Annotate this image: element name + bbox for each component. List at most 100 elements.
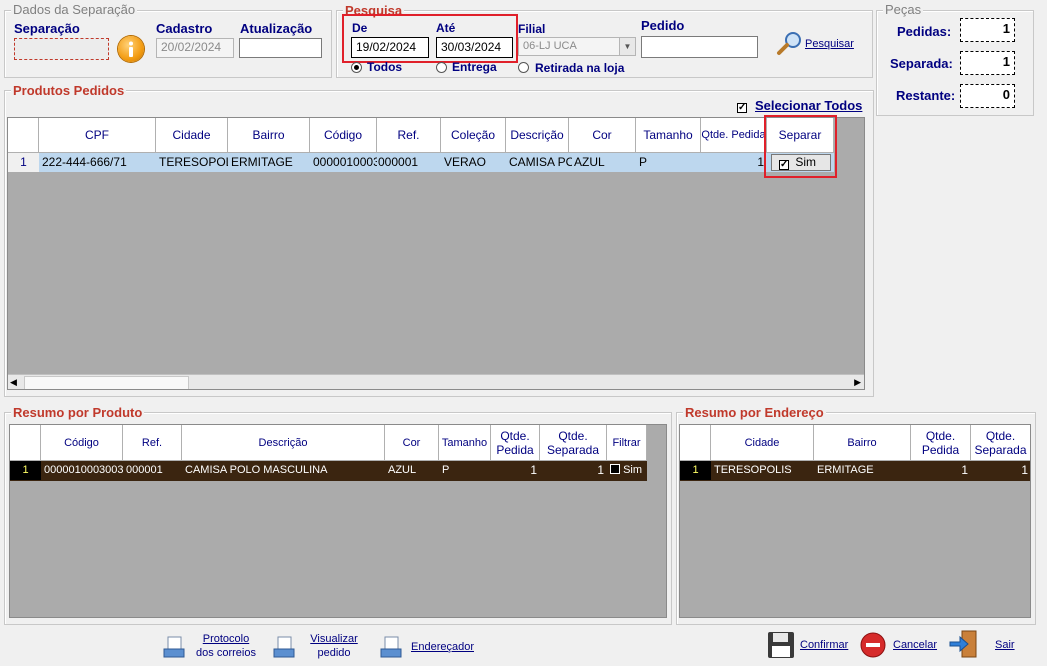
confirmar-label: Confirmar: [800, 639, 849, 651]
col-tamanho[interactable]: Tamanho: [439, 425, 491, 461]
cell-bairro: ERMITAGE: [817, 464, 874, 476]
cell-separada: 1: [1021, 463, 1028, 477]
pesquisar-button[interactable]: Pesquisar: [776, 30, 856, 56]
col-bairro[interactable]: Bairro: [814, 425, 911, 461]
cell-descricao: CAMISA POLO MASCULINA: [509, 155, 572, 169]
col-qtde-pedida[interactable]: Qtde. Pedida: [911, 425, 971, 461]
cancel-icon: [860, 632, 886, 658]
cell-pedida: 1: [530, 463, 537, 477]
col-bairro[interactable]: Bairro: [228, 118, 310, 153]
cell-codigo: 0000010003003: [44, 464, 123, 476]
row-number: 1: [10, 461, 41, 480]
selecionar-todos-label[interactable]: Selecionar Todos: [755, 98, 862, 113]
enderecador-label: Endereçador: [411, 641, 474, 653]
col-colecao[interactable]: Coleção: [441, 118, 506, 153]
protocolo-correios-button[interactable]: Protocolo dos correios: [160, 630, 260, 662]
pesquisar-label: Pesquisar: [805, 38, 854, 50]
separacao-label: Separação: [14, 21, 80, 36]
scroll-thumb[interactable]: [24, 376, 189, 389]
radio-entrega-label: Entrega: [452, 60, 497, 74]
cell-cor: AZUL: [388, 464, 417, 476]
col-qtde-separada[interactable]: Qtde. Separada: [540, 425, 607, 461]
cancelar-button[interactable]: Cancelar: [860, 630, 942, 660]
printer-doc-icon: [380, 636, 402, 658]
checkbox-icon: [610, 464, 620, 474]
col-filtrar[interactable]: Filtrar: [607, 425, 647, 461]
cadastro-field: 20/02/2024: [156, 38, 234, 58]
restante-label: Restante:: [896, 88, 956, 103]
col-descricao[interactable]: Descrição: [182, 425, 385, 461]
resumo-produto-legend: Resumo por Produto: [11, 405, 145, 420]
cell-cor: AZUL: [574, 155, 605, 169]
table-row[interactable]: 1 222-444-666/71 TERESOPOLIS ERMITAGE 00…: [8, 153, 834, 172]
pedidas-value: 1: [960, 18, 1015, 42]
cell-cidade: TERESOPOLIS: [159, 155, 228, 169]
cell-ref: 000001: [378, 155, 419, 169]
radio-todos[interactable]: [351, 62, 362, 73]
resumo-endereco-legend: Resumo por Endereço: [683, 405, 826, 420]
restante-value: 0: [960, 84, 1015, 108]
info-icon[interactable]: [118, 36, 144, 62]
col-ref[interactable]: Ref.: [377, 118, 441, 153]
atualizacao-field[interactable]: [239, 38, 322, 58]
cell-cidade: TERESOPOLIS: [714, 464, 792, 476]
row-indicator-header: [8, 118, 39, 153]
radio-entrega[interactable]: [436, 62, 447, 73]
row-number: 1: [680, 461, 711, 480]
col-ref[interactable]: Ref.: [123, 425, 182, 461]
atualizacao-label: Atualização: [240, 21, 313, 36]
separada-label: Separada:: [890, 56, 953, 71]
separada-value: 1: [960, 51, 1015, 75]
pedido-field[interactable]: [641, 36, 758, 58]
col-codigo[interactable]: Código: [310, 118, 377, 153]
visualizar-pedido-button[interactable]: Visualizar pedido: [270, 630, 365, 662]
row-indicator-header: [680, 425, 711, 461]
cell-cpf: 222-444-666/71: [42, 155, 127, 169]
pecas-legend: Peças: [883, 2, 924, 17]
cell-bairro: ERMITAGE: [231, 155, 293, 169]
visualizar-line1: Visualizar: [310, 633, 358, 645]
cadastro-label: Cadastro: [156, 21, 213, 36]
dados-separacao-legend: Dados da Separação: [11, 2, 138, 17]
col-qtde-pedida[interactable]: Qtde. Pedida: [491, 425, 540, 461]
horizontal-scrollbar[interactable]: ◀ ▶: [8, 374, 864, 389]
selecionar-todos-checkbox[interactable]: ✓: [737, 98, 747, 113]
col-cor[interactable]: Cor: [385, 425, 439, 461]
col-codigo[interactable]: Código: [41, 425, 123, 461]
exit-door-icon: [949, 630, 977, 658]
table-row[interactable]: 1 0000010003003 000001 CAMISA POLO MASCU…: [10, 461, 647, 481]
cell-colecao: VERAO: [444, 155, 487, 169]
col-descricao[interactable]: Descrição: [506, 118, 569, 153]
enderecador-button[interactable]: Endereçador: [377, 632, 477, 662]
confirmar-button[interactable]: Confirmar: [766, 628, 852, 660]
col-qtde-pedida[interactable]: Qtde. Pedida: [701, 118, 767, 153]
filial-select[interactable]: 06-LJ UCA ▼: [518, 37, 636, 56]
floppy-disk-icon: [768, 632, 794, 658]
cell-descricao: CAMISA POLO MASCULINA: [185, 464, 328, 476]
col-qtde-separada[interactable]: Qtde. Separada: [971, 425, 1030, 461]
cell-qtde: 1: [757, 155, 764, 169]
pedido-label: Pedido: [641, 18, 685, 33]
col-cidade[interactable]: Cidade: [711, 425, 814, 461]
sair-button[interactable]: Sair: [948, 628, 1018, 660]
filtrar-checkbox[interactable]: Sim: [607, 461, 647, 480]
col-cpf[interactable]: CPF: [39, 118, 156, 153]
scroll-right-icon[interactable]: ▶: [854, 377, 861, 388]
row-number: 1: [8, 153, 39, 172]
cell-separada: 1: [597, 463, 604, 477]
table-row[interactable]: 1 TERESOPOLIS ERMITAGE 1 1: [680, 461, 1030, 481]
row-indicator-header: [10, 425, 41, 461]
cell-tamanho: P: [639, 155, 648, 169]
produtos-grid: CPF Cidade Bairro Código Ref. Coleção De…: [7, 117, 865, 390]
col-cidade[interactable]: Cidade: [156, 118, 228, 153]
cancelar-label: Cancelar: [893, 639, 938, 651]
col-tamanho[interactable]: Tamanho: [636, 118, 701, 153]
radio-retirada[interactable]: [518, 62, 529, 73]
col-cor[interactable]: Cor: [569, 118, 636, 153]
separacao-field[interactable]: [14, 38, 109, 60]
chevron-down-icon[interactable]: ▼: [619, 38, 635, 55]
scroll-left-icon[interactable]: ◀: [10, 377, 17, 388]
produtos-pedidos-legend: Produtos Pedidos: [11, 83, 127, 98]
magnifier-icon: [777, 32, 801, 55]
pedidas-label: Pedidas:: [897, 24, 952, 39]
